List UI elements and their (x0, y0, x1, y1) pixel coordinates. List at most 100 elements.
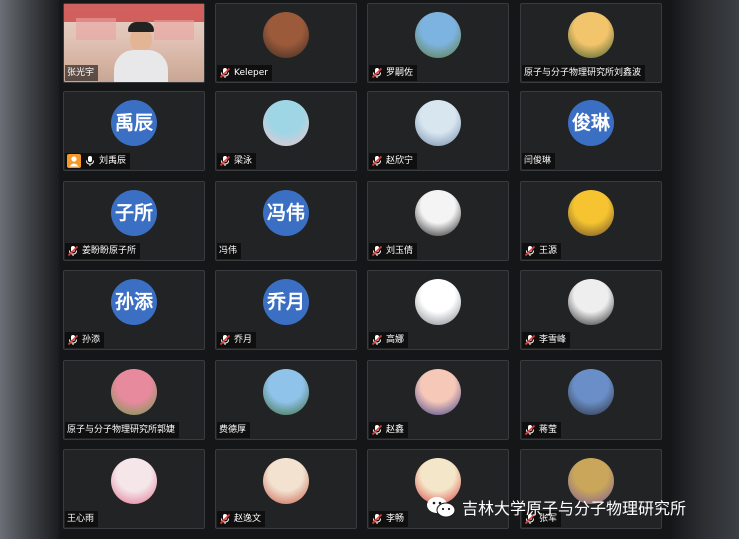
participant-name-label: 原子与分子物理研究所刘鑫波 (522, 65, 646, 81)
participant-name: 费德厚 (219, 425, 247, 435)
avatar: 俊琳 (568, 100, 614, 146)
mic-muted-icon (219, 334, 231, 346)
participant-tile[interactable]: 刘玉倩 (367, 181, 509, 261)
avatar (415, 12, 461, 58)
mic-muted-icon (371, 67, 383, 79)
participant-name-label: Keleper (217, 65, 272, 81)
participant-tile[interactable]: 赵鑫 (367, 360, 509, 440)
avatar (568, 369, 614, 415)
mic-muted-icon (371, 513, 383, 525)
participant-name-label: 冯伟 (217, 243, 242, 259)
participant-tile[interactable]: 原子与分子物理研究所郭婕 (63, 360, 205, 440)
participant-tile[interactable]: 俊琳闫俊琳 (520, 91, 662, 171)
participant-name: Keleper (234, 68, 268, 78)
participant-name: 高娜 (386, 335, 405, 345)
participant-name-label: 罗嗣佐 (369, 65, 418, 81)
watermark: 吉林大学原子与分子物理研究所 (426, 495, 686, 519)
avatar (415, 369, 461, 415)
participant-name: 王源 (539, 246, 558, 256)
avatar (568, 279, 614, 325)
participant-name: 刘禹辰 (99, 156, 127, 166)
participant-name: 赵鑫 (386, 425, 405, 435)
participant-name-label: 姜盼盼原子所 (65, 243, 141, 259)
participant-name-label: 高娜 (369, 332, 409, 348)
avatar (415, 279, 461, 325)
avatar: 乔月 (263, 279, 309, 325)
mic-muted-icon (371, 245, 383, 257)
participant-tile[interactable]: 高娜 (367, 270, 509, 350)
participant-name-label: 蒋莹 (522, 422, 562, 438)
participant-tile[interactable]: 罗嗣佐 (367, 3, 509, 83)
avatar (111, 369, 157, 415)
participant-name: 李雪峰 (539, 335, 567, 345)
participant-tile[interactable]: 赵欣宁 (367, 91, 509, 171)
participant-tile[interactable]: 李雪峰 (520, 270, 662, 350)
mic-muted-icon (219, 67, 231, 79)
mic-muted-icon (67, 245, 79, 257)
participant-name-label: 王心雨 (65, 511, 99, 527)
participant-name: 乔月 (234, 335, 253, 345)
watermark-text: 吉林大学原子与分子物理研究所 (462, 499, 687, 518)
participant-name: 王心雨 (67, 514, 95, 524)
participant-name: 原子与分子物理研究所刘鑫波 (524, 68, 642, 78)
participant-tile[interactable]: 蒋莹 (520, 360, 662, 440)
participant-name: 闫俊琳 (524, 156, 552, 166)
participant-name: 赵逸文 (234, 514, 262, 524)
participant-name-label: 李雪峰 (522, 332, 571, 348)
person-icon (67, 154, 81, 168)
participant-name: 李畅 (386, 514, 405, 524)
mic-muted-icon (371, 334, 383, 346)
participant-name: 张光宇 (67, 68, 95, 78)
participant-name-label: 赵鑫 (369, 422, 409, 438)
participant-name: 原子与分子物理研究所郭婕 (67, 425, 176, 435)
mic-muted-icon (524, 245, 536, 257)
avatar (568, 12, 614, 58)
mic-muted-icon (524, 424, 536, 436)
participant-tile[interactable]: 梁泳 (215, 91, 357, 171)
participant-tile[interactable]: 冯伟 冯伟 (215, 181, 357, 261)
participant-tile[interactable]: 子所姜盼盼原子所 (63, 181, 205, 261)
participant-tile[interactable]: Keleper (215, 3, 357, 83)
participant-name: 赵欣宁 (386, 156, 414, 166)
participant-name-label: 乔月 (217, 332, 257, 348)
participant-name-label: 费德厚 (217, 422, 251, 438)
participant-name: 罗嗣佐 (386, 68, 414, 78)
participant-tile[interactable]: 原子与分子物理研究所刘鑫波 (520, 3, 662, 83)
participant-tile[interactable]: 赵逸文 (215, 449, 357, 529)
participant-tile[interactable]: 费德厚 (215, 360, 357, 440)
avatar: 孙添 (111, 279, 157, 325)
wechat-icon (427, 497, 456, 518)
participant-tile[interactable]: 禹辰刘禹辰 (63, 91, 205, 171)
avatar (415, 100, 461, 146)
participant-name: 蒋莹 (539, 425, 558, 435)
participant-tile[interactable]: 乔月 乔月 (215, 270, 357, 350)
participant-name-label: 原子与分子物理研究所郭婕 (65, 422, 180, 438)
mic-muted-icon (219, 513, 231, 525)
participant-tile[interactable]: 张光宇 (63, 3, 205, 83)
mic-muted-icon (67, 334, 79, 346)
participant-name-label: 梁泳 (217, 153, 257, 169)
participant-name-label: 闫俊琳 (522, 153, 556, 169)
participant-name-label: 刘禹辰 (65, 153, 131, 169)
participant-name-label: 赵逸文 (217, 511, 266, 527)
avatar (263, 369, 309, 415)
participant-name-label: 刘玉倩 (369, 243, 418, 259)
avatar: 子所 (111, 190, 157, 236)
avatar: 冯伟 (263, 190, 309, 236)
participant-tile[interactable]: 王心雨 (63, 449, 205, 529)
mic-icon (86, 156, 94, 166)
participant-name: 孙添 (82, 335, 101, 345)
participant-name: 姜盼盼原子所 (82, 246, 137, 256)
avatar: 禹辰 (111, 100, 157, 146)
avatar (415, 190, 461, 236)
avatar (111, 458, 157, 504)
avatar (263, 12, 309, 58)
participant-name-label: 赵欣宁 (369, 153, 418, 169)
mic-muted-icon (219, 155, 231, 167)
participant-name: 刘玉倩 (386, 246, 414, 256)
participant-tile[interactable]: 孙添 孙添 (63, 270, 205, 350)
avatar (263, 100, 309, 146)
mic-muted-icon (371, 424, 383, 436)
participant-tile[interactable]: 王源 (520, 181, 662, 261)
participant-name-label: 张光宇 (65, 65, 99, 81)
